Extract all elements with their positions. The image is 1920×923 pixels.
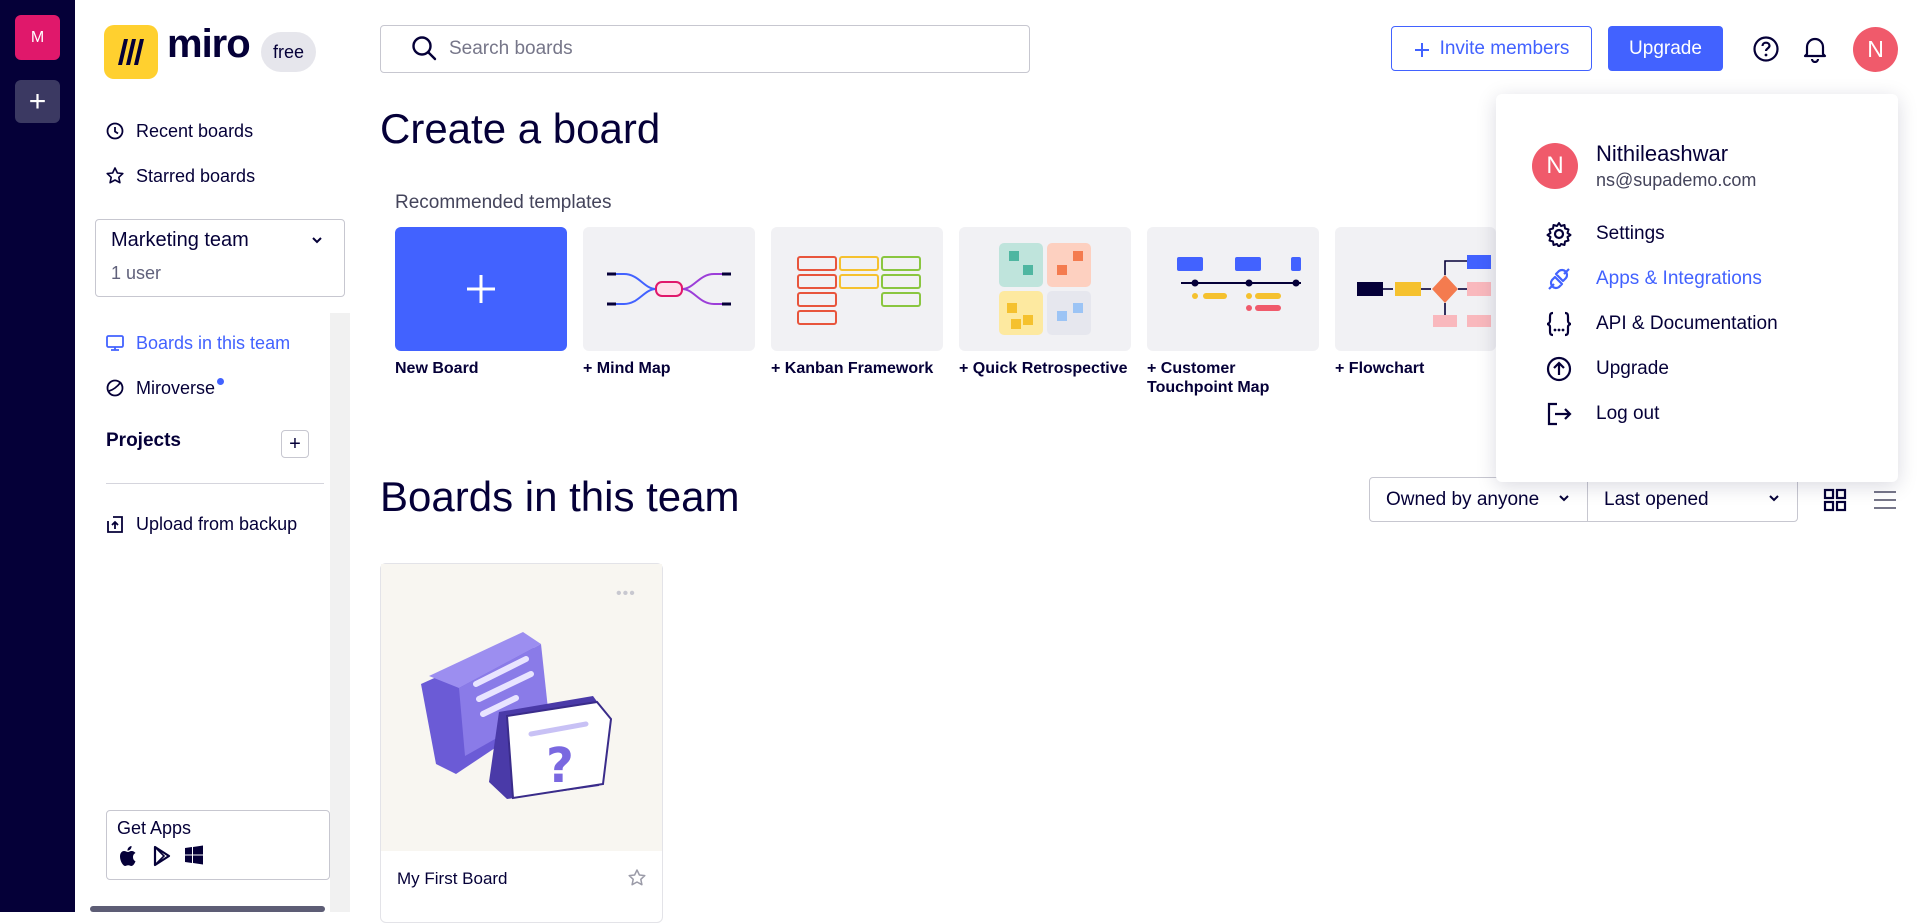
sidebar-item-label: Upload from backup — [136, 513, 298, 534]
logout-icon — [1545, 400, 1573, 428]
board-menu-button[interactable]: ••• — [616, 585, 636, 603]
chevron-down-icon — [1557, 489, 1571, 511]
template-kanban[interactable] — [771, 227, 943, 351]
account-name: Nithileashwar — [1596, 141, 1729, 166]
team-rail — [0, 0, 75, 912]
windows-icon[interactable] — [184, 845, 204, 875]
svg-text:?: ? — [546, 738, 574, 794]
create-board-title: Create a board — [380, 105, 661, 152]
menu-item-label: Settings — [1596, 223, 1665, 244]
menu-item-api-docs[interactable]: API & Documentation — [1545, 309, 1778, 339]
sidebar-item-label: Boards in this team — [136, 332, 291, 353]
template-label: + Mind Map — [583, 360, 671, 377]
add-project-button[interactable]: + — [281, 430, 309, 458]
template-new-board[interactable] — [395, 227, 567, 351]
menu-item-label: Apps & Integrations — [1596, 268, 1762, 289]
sidebar-item-recent-boards[interactable]: Recent boards — [104, 116, 253, 146]
menu-item-apps-integrations[interactable]: Apps & Integrations — [1545, 264, 1762, 294]
boards-icon — [104, 332, 126, 354]
apple-icon[interactable] — [118, 845, 140, 875]
divider — [106, 483, 324, 484]
projects-heading: Projects — [106, 430, 181, 451]
app-icons — [118, 845, 204, 875]
notification-dot — [217, 377, 225, 385]
sidebar-item-upload-backup[interactable]: Upload from backup — [104, 509, 297, 539]
owner-filter-select[interactable]: Owned by anyone — [1369, 477, 1588, 522]
plug-icon — [1545, 265, 1573, 293]
miroverse-icon — [104, 377, 126, 399]
team-name: Marketing team — [111, 229, 249, 251]
team-switcher-button[interactable]: M — [15, 15, 60, 60]
gear-icon — [1545, 220, 1573, 248]
invite-members-button[interactable]: Invite members — [1391, 26, 1592, 71]
board-thumbnail[interactable]: ? — [381, 564, 662, 851]
brand-name: miro — [167, 22, 251, 66]
plus-icon — [1414, 36, 1430, 62]
template-label: + Customer Touchpoint Map — [1147, 360, 1270, 396]
template-customer-touchpoint[interactable] — [1147, 227, 1319, 351]
upload-icon — [104, 513, 126, 535]
menu-item-label: API & Documentation — [1596, 313, 1778, 334]
flowchart-thumbnail — [1356, 255, 1491, 327]
template-flowchart[interactable] — [1335, 227, 1496, 351]
grid-view-icon[interactable] — [1823, 488, 1847, 517]
sidebar-item-label: Starred boards — [136, 165, 256, 186]
search-icon — [410, 34, 438, 67]
menu-item-label: Upgrade — [1596, 358, 1669, 379]
clock-icon — [104, 120, 126, 142]
boards-section-title: Boards in this team — [380, 473, 740, 520]
template-quick-retrospective[interactable] — [959, 227, 1131, 351]
star-icon[interactable] — [627, 868, 647, 893]
miro-logo-icon[interactable] — [104, 25, 158, 79]
template-mind-map[interactable] — [583, 227, 755, 351]
board-name[interactable]: My First Board — [397, 869, 508, 889]
account-email: ns@supademo.com — [1596, 170, 1757, 190]
board-illustration: ? — [421, 632, 613, 800]
sidebar-scrollbar[interactable] — [330, 313, 350, 912]
sidebar-item-starred-boards[interactable]: Starred boards — [104, 161, 255, 191]
template-label: New Board — [395, 360, 479, 377]
sidebar-item-miroverse[interactable]: Miroverse — [104, 373, 225, 403]
plan-badge: free — [261, 32, 316, 72]
sort-filter-value: Last opened — [1604, 488, 1709, 510]
chevron-down-icon — [1767, 489, 1781, 511]
menu-item-log-out[interactable]: Log out — [1545, 399, 1659, 429]
arrow-up-circle-icon — [1545, 355, 1573, 383]
upgrade-button[interactable]: Upgrade — [1608, 26, 1723, 71]
get-apps-label: Get Apps — [117, 818, 192, 838]
add-team-button[interactable]: + — [15, 80, 60, 123]
chevron-down-icon — [310, 233, 324, 252]
sidebar-item-boards-in-team[interactable]: Boards in this team — [104, 328, 290, 358]
star-icon — [104, 165, 126, 187]
sort-filter-select[interactable]: Last opened — [1587, 477, 1798, 522]
template-label: + Quick Retrospective — [959, 360, 1128, 377]
kanban-thumbnail — [797, 256, 921, 325]
menu-item-upgrade[interactable]: Upgrade — [1545, 354, 1669, 384]
bell-icon[interactable] — [1802, 35, 1828, 68]
retrospective-thumbnail — [999, 243, 1091, 335]
sidebar-item-label: Recent boards — [136, 120, 254, 141]
owner-filter-value: Owned by anyone — [1386, 488, 1540, 510]
menu-avatar: N — [1532, 143, 1578, 189]
mind-map-thumbnail — [607, 272, 731, 306]
menu-item-label: Log out — [1596, 403, 1660, 424]
template-label: + Flowchart — [1335, 360, 1425, 377]
touchpoint-thumbnail — [1177, 257, 1301, 311]
plus-icon — [467, 275, 495, 303]
search-input[interactable]: Search boards — [380, 25, 1030, 73]
help-icon[interactable] — [1752, 35, 1780, 68]
sidebar-item-label: Miroverse — [136, 377, 216, 398]
list-view-icon[interactable] — [1872, 488, 1898, 517]
invite-members-label: Invite members — [1439, 37, 1570, 59]
menu-item-settings[interactable]: Settings — [1545, 219, 1665, 249]
recommended-templates-title: Recommended templates — [395, 192, 612, 213]
user-avatar[interactable]: N — [1853, 27, 1898, 72]
google-play-icon[interactable] — [152, 845, 172, 875]
sidebar-bottom-scroll[interactable] — [90, 906, 325, 912]
team-user-count: 1 user — [111, 263, 162, 283]
template-label: + Kanban Framework — [771, 360, 934, 377]
code-braces-icon — [1545, 310, 1573, 338]
